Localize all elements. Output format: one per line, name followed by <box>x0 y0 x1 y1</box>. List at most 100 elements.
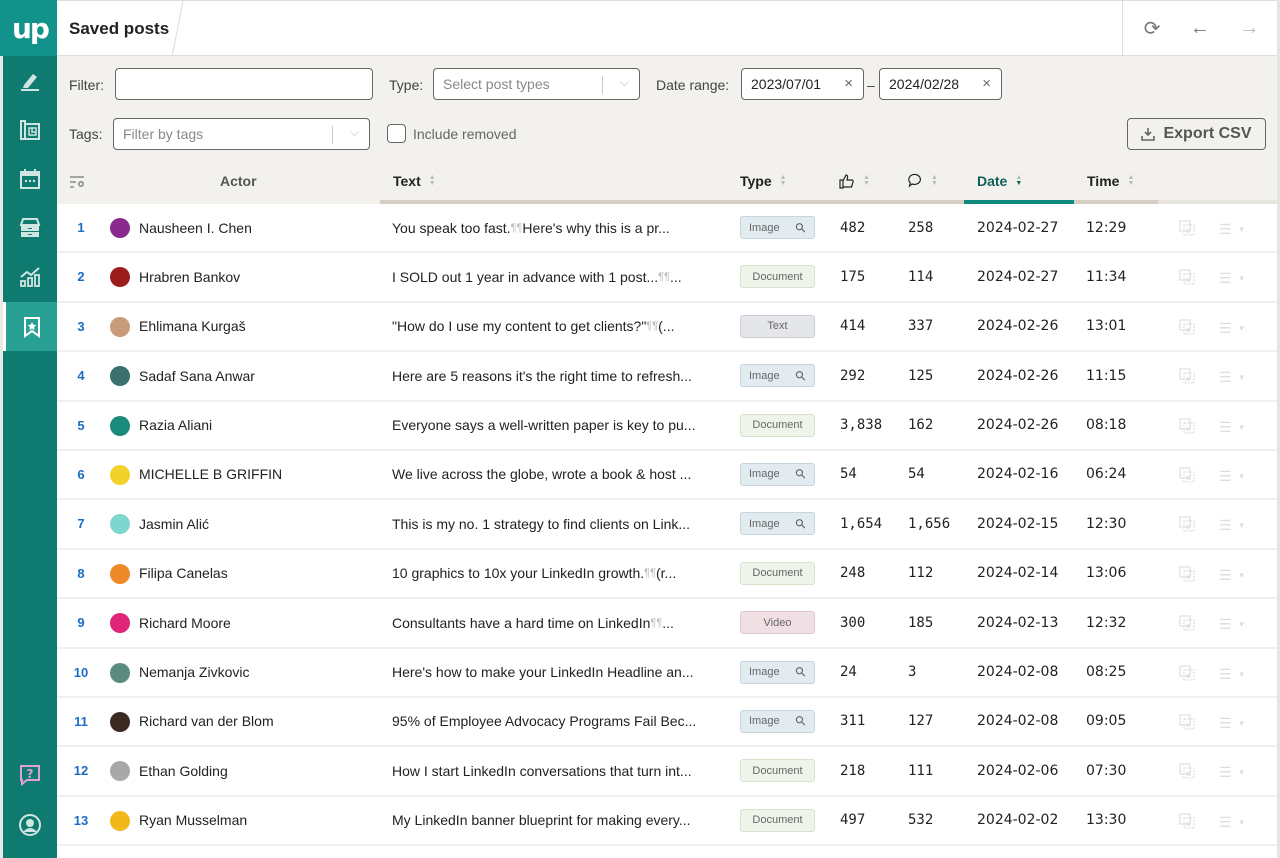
row-number[interactable]: 10 <box>57 649 105 696</box>
sidebar-item-blueprint[interactable] <box>3 105 57 154</box>
sidebar-item-help[interactable]: ? <box>3 750 57 799</box>
post-text[interactable]: This is my no. 1 strategy to find client… <box>392 500 722 547</box>
actor-name[interactable]: Ryan Musselman <box>139 797 247 844</box>
magnifier-icon[interactable]: ⚲ <box>792 712 810 730</box>
table-row[interactable]: 12 Ethan Golding How I start LinkedIn conv… <box>57 747 1280 797</box>
magnifier-icon[interactable]: ⚲ <box>792 515 810 533</box>
table-row[interactable]: 7 Jasmin Alić This is my no. 1 strategy to… <box>57 500 1280 550</box>
row-number[interactable]: 6 <box>57 451 105 498</box>
copy-to-icon[interactable] <box>1179 714 1195 730</box>
magnifier-icon[interactable]: ⚲ <box>792 465 810 483</box>
table-row[interactable]: 8 Filipa Canelas 10 graphics to 10x your L… <box>57 549 1280 600</box>
column-header-likes[interactable]: ▲ ▼ <box>839 173 870 189</box>
column-header-date[interactable]: Date ▲ ▼ <box>977 173 1022 189</box>
magnifier-icon[interactable]: ⚲ <box>792 218 810 236</box>
include-removed-checkbox[interactable] <box>387 124 406 143</box>
table-row[interactable]: 4 Sadaf Sana Anwar Here are 5 reasons it's… <box>57 352 1280 402</box>
avatar[interactable] <box>110 613 130 634</box>
post-text[interactable]: My LinkedIn banner blueprint for making … <box>392 797 722 844</box>
avatar[interactable] <box>110 366 130 387</box>
copy-to-icon[interactable] <box>1179 516 1195 532</box>
table-row[interactable]: 5 Razia Aliani Everyone says a well-writte… <box>57 401 1280 451</box>
copy-to-icon[interactable] <box>1179 368 1195 384</box>
forward-arrow-icon[interactable]: → <box>1239 17 1259 40</box>
date-from-input[interactable]: 2023/07/01 × <box>741 68 864 100</box>
row-number[interactable]: 13 <box>57 797 105 844</box>
refresh-icon[interactable]: ⟳ <box>1144 16 1161 41</box>
avatar[interactable] <box>110 464 130 485</box>
row-menu-button[interactable]: ☰ ▼ <box>1219 468 1245 485</box>
type-badge[interactable]: Document <box>740 413 815 437</box>
copy-to-icon[interactable] <box>1179 763 1195 779</box>
row-menu-button[interactable]: ☰ ▼ <box>1219 616 1245 633</box>
row-menu-button[interactable]: ☰ ▼ <box>1219 814 1245 831</box>
avatar[interactable] <box>110 810 130 831</box>
actor-name[interactable]: Ehlimana Kurgaš <box>139 303 246 350</box>
type-badge[interactable]: Image ⚲ <box>740 364 815 388</box>
type-badge[interactable]: Image ⚲ <box>740 709 815 733</box>
sidebar-item-archive[interactable] <box>3 203 57 252</box>
filter-input[interactable] <box>115 68 373 100</box>
row-number[interactable]: 1 <box>57 204 105 251</box>
post-text[interactable]: Here are 5 reasons it's the right time t… <box>392 352 722 399</box>
row-number[interactable]: 7 <box>57 500 105 547</box>
post-text[interactable]: Here's how to make your LinkedIn Headlin… <box>392 649 722 696</box>
row-menu-button[interactable]: ☰ ▼ <box>1219 419 1245 436</box>
copy-to-icon[interactable] <box>1179 615 1195 631</box>
clear-date-to-icon[interactable]: × <box>982 75 991 92</box>
type-badge[interactable]: Document <box>740 561 815 585</box>
magnifier-icon[interactable]: ⚲ <box>792 367 810 385</box>
type-badge[interactable]: Document <box>740 265 815 289</box>
avatar[interactable] <box>110 415 130 436</box>
row-menu-button[interactable]: ☰ ▼ <box>1219 764 1245 781</box>
copy-to-icon[interactable] <box>1179 566 1195 582</box>
post-text[interactable]: 95% of Employee Advocacy Programs Fail B… <box>392 698 722 745</box>
table-row[interactable]: 9 Richard Moore Consultants have a hard ti… <box>57 599 1280 649</box>
row-number[interactable]: 11 <box>57 698 105 745</box>
post-text[interactable]: You speak too fast. ¶ ¶ Here's why this … <box>392 204 722 251</box>
post-text[interactable]: How I start LinkedIn conversations that … <box>392 747 722 794</box>
actor-name[interactable]: Razia Aliani <box>139 402 212 449</box>
row-menu-button[interactable]: ☰ ▼ <box>1219 320 1245 337</box>
clear-date-from-icon[interactable]: × <box>844 75 853 92</box>
avatar[interactable] <box>110 218 130 238</box>
actor-name[interactable]: Ethan Golding <box>139 747 228 794</box>
avatar[interactable] <box>110 563 130 584</box>
copy-to-icon[interactable] <box>1179 664 1195 681</box>
post-text[interactable]: I SOLD out 1 year in advance with 1 post… <box>392 253 722 300</box>
type-badge[interactable]: Image ⚲ <box>740 660 815 684</box>
table-row[interactable]: 1 Nausheen I. Chen You speak too fast. ¶ ¶… <box>57 204 1280 254</box>
table-row[interactable]: 3 Ehlimana Kurgaš "How do I use my content… <box>57 302 1280 353</box>
row-number[interactable]: 9 <box>57 599 105 646</box>
avatar[interactable] <box>110 316 130 337</box>
post-text[interactable]: Everyone says a well-written paper is ke… <box>392 402 722 449</box>
sidebar-item-saved-posts[interactable] <box>3 302 57 351</box>
avatar[interactable] <box>110 711 130 732</box>
actor-name[interactable]: Richard van der Blom <box>139 698 274 745</box>
table-row[interactable]: 10 Nemanja Zivkovic Here's how to make you… <box>57 648 1280 698</box>
type-badge[interactable]: Document <box>740 759 815 783</box>
date-to-input[interactable]: 2024/02/28 × <box>879 68 1002 100</box>
sidebar-item-profile[interactable] <box>3 800 57 849</box>
type-badge[interactable]: Image ⚲ <box>740 462 815 486</box>
post-text[interactable]: Consultants have a hard time on LinkedIn… <box>392 599 722 646</box>
sidebar-item-analytics[interactable] <box>3 252 57 301</box>
avatar[interactable] <box>110 514 130 535</box>
row-number[interactable]: 12 <box>57 747 105 794</box>
column-header-actor[interactable]: Actor <box>220 173 257 189</box>
table-row[interactable]: 13 Ryan Musselman My LinkedIn banner bluep… <box>57 796 1280 847</box>
row-menu-button[interactable]: ☰ ▼ <box>1219 715 1245 732</box>
type-badge[interactable]: Document <box>740 808 815 832</box>
column-header-comments[interactable]: ▲ ▼ <box>908 173 938 188</box>
avatar[interactable] <box>110 761 130 782</box>
actor-name[interactable]: Hrabren Bankov <box>139 253 240 300</box>
row-number[interactable]: 5 <box>57 402 105 449</box>
actor-name[interactable]: MICHELLE B GRIFFIN <box>139 451 282 498</box>
column-settings-icon[interactable] <box>70 176 86 188</box>
row-number[interactable]: 3 <box>57 303 105 350</box>
type-badge[interactable]: Video <box>740 611 815 635</box>
row-menu-button[interactable]: ☰ ▼ <box>1219 270 1245 287</box>
actor-name[interactable]: Sadaf Sana Anwar <box>139 352 255 399</box>
post-text[interactable]: "How do I use my content to get clients?… <box>392 303 722 350</box>
actor-name[interactable]: Richard Moore <box>139 599 231 646</box>
